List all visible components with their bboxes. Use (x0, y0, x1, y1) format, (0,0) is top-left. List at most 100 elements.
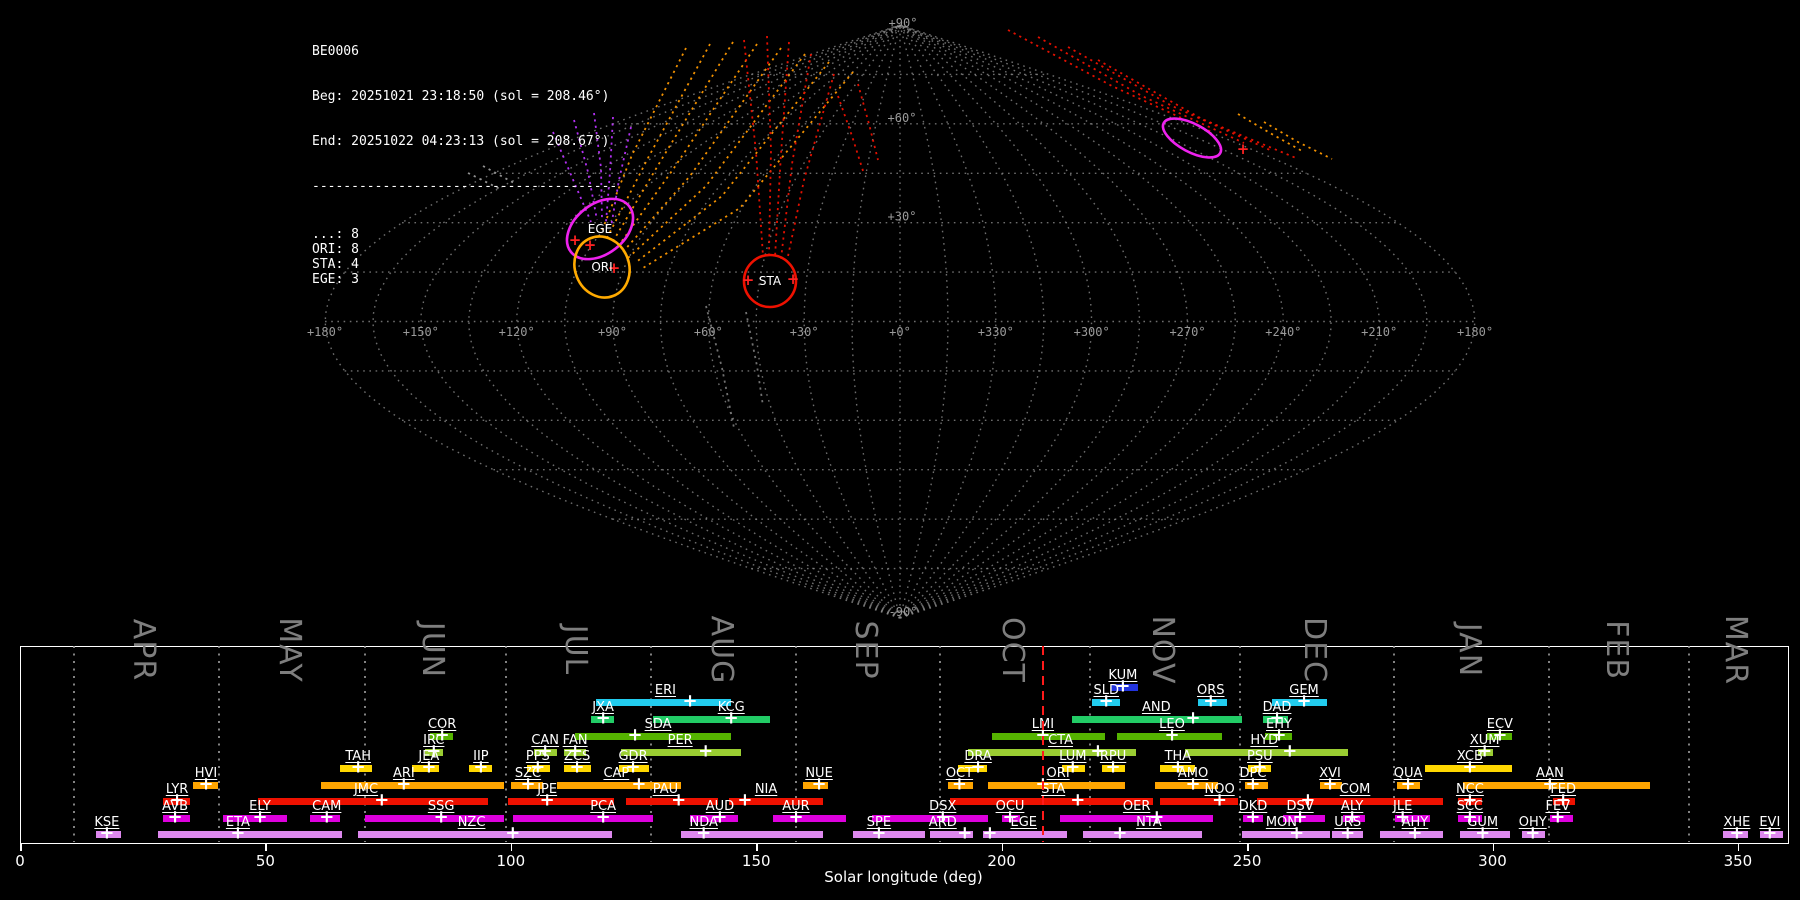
month-label: MAY (271, 617, 307, 683)
shower-peak-marker: + (712, 806, 728, 828)
month-label: JAN (1451, 622, 1487, 678)
shower-peak-marker: + (696, 822, 712, 844)
shower-bar (320, 781, 504, 789)
shower-peak-marker: + (1322, 773, 1338, 795)
shower-peak-marker: + (421, 756, 437, 778)
shower-label: AND (1141, 700, 1171, 715)
month-label: FEB (1598, 620, 1634, 680)
shower-peak-marker: + (1407, 822, 1423, 844)
shower-bar (512, 814, 653, 822)
shower-peak-marker: + (1477, 740, 1493, 762)
shower-peak-marker: + (951, 773, 967, 795)
x-axis-tick (1001, 843, 1004, 851)
shower-label: COM (1339, 782, 1371, 797)
shower-label: CTA (1048, 733, 1074, 748)
shower-bar (596, 698, 731, 706)
shower-peak-marker: + (1245, 806, 1261, 828)
shower-peak-marker: + (1185, 773, 1201, 795)
activity-timeline: Solar longitude (deg) APR MAY JUN JUL AUG SEP… (0, 0, 1800, 900)
x-axis-tick (1247, 843, 1249, 851)
shower-bar (157, 830, 342, 838)
shower-peak-marker: + (957, 822, 973, 844)
x-axis-tick (20, 843, 22, 851)
shower-peak-marker: + (374, 789, 390, 811)
shower-peak-marker: + (1070, 789, 1086, 811)
x-axis-label: Solar longitude (deg) (824, 868, 983, 886)
shower-peak-marker: + (1525, 822, 1541, 844)
shower-bar (772, 814, 847, 822)
shower-peak-marker: + (631, 773, 647, 795)
shower-peak-marker: + (1762, 822, 1778, 844)
x-axis-tick-label: 250 (1232, 852, 1262, 870)
shower-peak-marker: + (595, 806, 611, 828)
shower-peak-marker: + (1212, 789, 1228, 811)
x-axis-tick-label: 50 (255, 852, 275, 870)
shower-peak-marker: + (811, 773, 827, 795)
month-gridline (72, 646, 75, 842)
shower-bar (852, 830, 926, 838)
month-gridline (649, 646, 652, 842)
shower-peak-marker: + (682, 690, 698, 712)
shower-peak-marker: + (970, 756, 986, 778)
shower-peak-marker: + (1164, 724, 1180, 746)
meteor-observation-screen: +90° -90° +60° +30° +180° +150° +120° +90° +60° +… (0, 0, 1800, 900)
shower-label: OER (1122, 799, 1151, 814)
x-axis-tick-label: 0 (15, 852, 25, 870)
shower-peak-marker: + (1550, 806, 1566, 828)
month-label: AUG (703, 615, 739, 685)
shower-peak-marker: + (1203, 690, 1219, 712)
shower-peak-marker: + (319, 806, 335, 828)
shower-peak-marker: + (1115, 675, 1131, 697)
month-gridline (363, 646, 366, 842)
shower-peak-marker: + (1289, 822, 1305, 844)
shower-peak-marker: + (935, 806, 951, 828)
shower-peak-marker: + (698, 740, 714, 762)
shower-peak-marker: + (1475, 822, 1491, 844)
month-gridline (217, 646, 220, 842)
shower-peak-marker: + (1170, 756, 1186, 778)
shower-peak-marker: + (982, 822, 998, 844)
month-label: DEC (1297, 616, 1333, 684)
month-gridline (1687, 646, 1690, 842)
shower-peak-marker: + (1462, 756, 1478, 778)
shower-peak-marker: + (788, 806, 804, 828)
shower-peak-marker: + (1105, 756, 1121, 778)
shower-peak-marker: + (433, 806, 449, 828)
month-label: MAR (1717, 614, 1753, 686)
month-label: APR (126, 618, 162, 682)
shower-peak-marker: + (252, 806, 268, 828)
month-gridline (504, 646, 507, 842)
month-label: SEP (848, 620, 884, 680)
shower-bar (1083, 830, 1202, 838)
shower-peak-marker: + (627, 724, 643, 746)
shower-peak-marker: + (167, 806, 183, 828)
shower-peak-marker: + (1112, 822, 1128, 844)
x-axis-tick-label: 350 (1723, 852, 1753, 870)
shower-peak-marker: + (198, 773, 214, 795)
shower-peak-marker: + (1282, 740, 1298, 762)
x-axis-tick-label: 100 (496, 852, 526, 870)
shower-peak-marker: + (1149, 806, 1165, 828)
x-axis-tick-label: 200 (987, 852, 1016, 870)
month-label: JUN (415, 621, 451, 679)
shower-peak-marker: + (396, 773, 412, 795)
month-label: OCT (995, 617, 1031, 683)
shower-peak-marker: + (473, 756, 489, 778)
shower-label: SDA (644, 717, 672, 732)
shower-label: NZC (457, 815, 486, 830)
shower-peak-marker: + (569, 756, 585, 778)
x-axis-tick (510, 843, 513, 851)
shower-peak-marker: + (671, 789, 687, 811)
x-axis-tick (265, 843, 267, 851)
shower-label: ERI (654, 683, 676, 698)
month-label: NOV (1144, 615, 1180, 685)
month-label: JUL (558, 624, 594, 676)
shower-bar (1071, 715, 1243, 723)
x-axis-tick-label: 300 (1478, 852, 1507, 870)
shower-peak-marker: + (505, 822, 521, 844)
shower-peak-marker: + (737, 789, 753, 811)
shower-peak-marker: + (1340, 822, 1356, 844)
shower-peak-marker: + (99, 822, 115, 844)
shower-peak-marker: + (1492, 724, 1508, 746)
shower-peak-marker: + (230, 822, 246, 844)
